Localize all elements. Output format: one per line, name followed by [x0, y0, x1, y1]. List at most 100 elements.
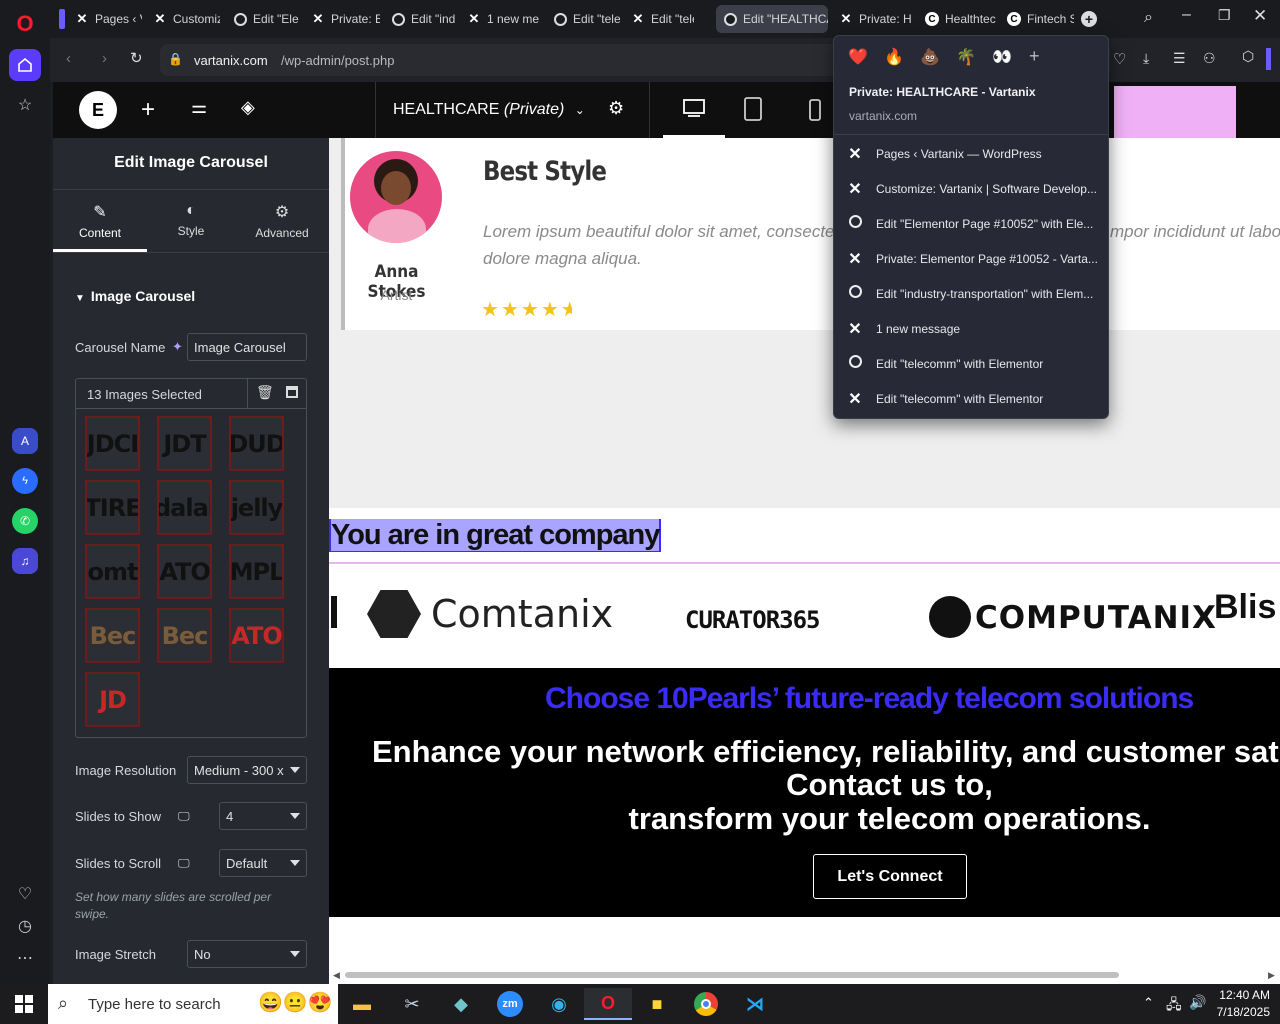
gallery-thumbnail[interactable]: MPL [229, 544, 284, 599]
gallery-thumbnail[interactable]: jelly [229, 480, 284, 535]
tab-3[interactable]: ✕ Private: E [304, 5, 380, 33]
history-icon[interactable]: ◷ [9, 910, 41, 942]
testimonial-card[interactable]: Anna Stokes Artist Best Style Lorem ipsu… [341, 138, 1280, 330]
minimize-icon[interactable]: – [1182, 6, 1191, 24]
image-resolution-select[interactable]: Medium - 300 x [187, 756, 307, 784]
new-tab-button[interactable]: + [1081, 11, 1097, 27]
easy-setup-icon[interactable]: ☰ [1173, 50, 1186, 67]
structure-layers-icon[interactable]: ◈ [241, 97, 255, 118]
tab-1[interactable]: ✕ Customiz [146, 5, 220, 33]
ai-sparkle-icon[interactable]: ✦ [172, 339, 183, 355]
tablet-view-button[interactable] [743, 96, 763, 127]
scrollbar-thumb[interactable] [345, 972, 1119, 978]
extensions-icon[interactable]: ⬡ [1242, 48, 1254, 65]
profile-icon[interactable]: ⚇ [1203, 50, 1216, 67]
site-settings-icon[interactable]: ⚌ [191, 97, 207, 118]
app-cube-icon[interactable]: ◆ [445, 988, 477, 1020]
forward-icon[interactable]: › [102, 50, 107, 67]
reaction-emoji-3[interactable]: 🌴 [956, 47, 976, 67]
images-selected-count[interactable]: 13 Images Selected [87, 387, 202, 402]
reaction-emoji-2[interactable]: 💩 [920, 47, 940, 67]
file-explorer-icon[interactable]: ▬ [346, 988, 378, 1020]
whatsapp-icon[interactable]: ✆ [12, 508, 38, 534]
close-window-icon[interactable]: ✕ [1253, 6, 1267, 26]
tab-content[interactable]: ✎ Content [53, 190, 147, 252]
tab-8[interactable]: Edit "HEALTHCA [716, 5, 828, 33]
company-heading[interactable]: You are in great company [329, 519, 662, 552]
taskbar-search[interactable]: ⌕ Type here to search 😄😐😍 [48, 984, 338, 1024]
chevron-up-icon[interactable]: ⌃ [1143, 995, 1154, 1011]
tab-7[interactable]: ✕ Edit "tele [624, 5, 694, 33]
volume-icon[interactable]: 🔊 [1189, 994, 1206, 1011]
reload-icon[interactable]: ↻ [130, 49, 143, 67]
aria-icon[interactable]: A [12, 428, 38, 454]
tab-4[interactable]: Edit "indu [384, 5, 456, 33]
section-image-carousel[interactable]: ▼ Image Carousel [75, 288, 195, 304]
tab-advanced[interactable]: ⚙ Advanced [235, 190, 329, 252]
favorite-icon[interactable]: ♡ [1113, 50, 1126, 68]
gallery-thumbnail[interactable]: JDT [157, 416, 212, 471]
download-icon[interactable]: ⤓ [1143, 50, 1149, 67]
elementor-logo-icon[interactable]: Ε [79, 91, 117, 129]
vscode-icon[interactable]: ⋊ [739, 988, 771, 1020]
messenger-icon[interactable]: ϟ [12, 468, 38, 494]
tab-10[interactable]: C Healthtec [918, 5, 998, 33]
desktop-icon[interactable]: 🖵 [178, 809, 190, 824]
tab-2[interactable]: Edit "Ele [226, 5, 300, 33]
horizontal-scrollbar[interactable]: ◀ ▶ [329, 967, 1280, 984]
gallery-thumbnail[interactable]: omt [85, 544, 140, 599]
heart-icon[interactable]: ♡ [9, 878, 41, 910]
popup-tab-item[interactable]: ✕ Private: Elementor Page #10052 - Varta.… [846, 247, 1100, 271]
windows-start-icon[interactable] [8, 988, 40, 1020]
popup-tab-item[interactable]: ✕ 1 new message [846, 317, 1100, 341]
opera-logo-icon[interactable]: O [9, 8, 41, 40]
page-title[interactable]: HEALTHCARE (Private) ⌄ [393, 101, 585, 119]
opera-taskbar-icon[interactable]: O [584, 988, 632, 1020]
clock[interactable]: 12:40 AM 7/18/2025 [1206, 987, 1270, 1021]
page-settings-gear-icon[interactable]: ⚙ [608, 98, 624, 119]
home-icon[interactable] [9, 49, 41, 81]
gallery-thumbnail[interactable]: Bec [157, 608, 212, 663]
popup-tab-item[interactable]: Edit "Elementor Page #10052" with Ele... [846, 212, 1100, 236]
carousel-name-input[interactable]: Image Carousel [187, 333, 307, 361]
sticky-notes-icon[interactable]: ■ [641, 988, 673, 1020]
tab-style[interactable]: ◐ Style [147, 190, 235, 252]
snipping-tool-icon[interactable]: ✂ [396, 988, 428, 1020]
gallery-thumbnail[interactable]: ATO [229, 608, 284, 663]
back-icon[interactable]: ‹ [66, 50, 71, 67]
tab-9[interactable]: ✕ Private: H [832, 5, 914, 33]
gallery-thumbnail[interactable]: JDCI [85, 416, 140, 471]
popup-tab-item[interactable]: ✕ Customize: Vartanix | Software Develop.… [846, 177, 1100, 201]
music-player-icon[interactable]: ♫ [12, 548, 38, 574]
trash-icon[interactable]: 🗑 [256, 384, 274, 401]
more-icon[interactable]: ⋯ [9, 942, 41, 974]
gallery-thumbnail[interactable]: dalal [157, 480, 212, 535]
add-element-icon[interactable]: + [141, 96, 155, 124]
star-icon[interactable]: ☆ [9, 89, 41, 121]
image-stretch-select[interactable]: No [187, 940, 307, 968]
reaction-emoji-0[interactable]: ❤️ [848, 47, 868, 67]
desktop-icon[interactable]: 🖵 [178, 856, 190, 871]
add-reaction-icon[interactable]: + [1029, 46, 1040, 67]
slides-to-scroll-select[interactable]: Default [219, 849, 307, 877]
gallery-thumbnail[interactable]: Bec [85, 608, 140, 663]
zoom-icon[interactable]: zm [494, 988, 526, 1020]
edge-icon[interactable]: ◉ [543, 988, 575, 1020]
reaction-emoji-1[interactable]: 🔥 [884, 47, 904, 67]
slides-to-show-select[interactable]: 4 [219, 802, 307, 830]
mobile-view-button[interactable] [808, 98, 822, 127]
desktop-view-button[interactable] [663, 82, 725, 138]
chrome-icon[interactable] [690, 988, 722, 1020]
gallery-thumbnail[interactable]: DUD [229, 416, 284, 471]
search-tabs-icon[interactable]: ⌕ [1144, 9, 1153, 27]
popup-tab-item[interactable]: ✕ Pages ‹ Vartanix — WordPress [846, 142, 1100, 166]
gallery-thumbnail[interactable]: JD [85, 672, 140, 727]
tab-0[interactable]: ✕Pages ‹ V [68, 5, 142, 33]
gallery-thumbnail[interactable]: TIRE [85, 480, 140, 535]
tab-6[interactable]: Edit "tele [546, 5, 620, 33]
tab-5[interactable]: ✕ 1 new me [460, 5, 542, 33]
popup-tab-item[interactable]: Edit "industry-transportation" with Elem… [846, 282, 1100, 306]
network-icon[interactable]: 🖧 [1166, 994, 1182, 1018]
popup-tab-item[interactable]: Edit "telecomm" with Elementor [846, 352, 1100, 376]
popup-tab-item[interactable]: ✕ Edit "telecomm" with Elementor [846, 387, 1100, 411]
